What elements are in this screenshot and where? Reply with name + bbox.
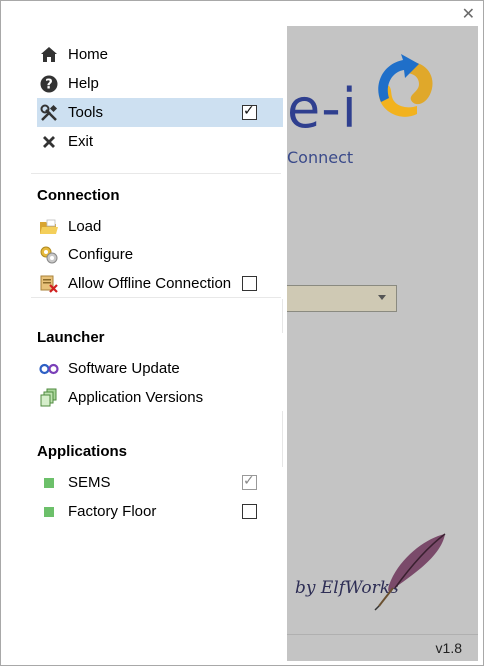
exit-icon [39,132,59,152]
section-title-connection: Connection [37,187,120,204]
quill-icon [374,533,446,611]
tools-icon [39,103,59,123]
menu-item-label: Home [68,46,109,63]
menu-item-label: Factory Floor [68,503,157,520]
section-divider [31,173,281,174]
green-square-icon [39,473,59,493]
version-label: v1.8 [435,640,462,656]
folder-icon [39,217,59,237]
menu-item-application-versions[interactable]: Application Versions [37,383,283,412]
menu-item-exit[interactable]: Exit [37,127,283,156]
menu-item-sems[interactable]: SEMS [37,468,283,497]
menu-item-factory-floor[interactable]: Factory Floor [37,497,283,526]
sems-checkbox[interactable] [242,473,257,490]
allow-offline-checkbox[interactable] [242,276,257,291]
section-title-launcher: Launcher [37,329,105,346]
menu-item-label: SEMS [68,474,111,491]
menu-item-label: Application Versions [68,389,204,406]
app-logo-text: e-i [287,77,358,140]
section-divider-vertical [282,299,283,333]
svg-text:?: ? [45,77,53,92]
help-icon: ? [39,74,59,94]
menu-item-configure[interactable]: Configure [37,240,283,269]
menu-item-load[interactable]: Load [37,212,283,241]
menu-item-label: Help [68,75,99,92]
status-bar-divider [287,634,478,635]
factory-floor-checkbox[interactable] [242,504,257,519]
menu-item-help[interactable]: ? Help [37,69,283,98]
menu-item-label: Software Update [68,360,180,377]
flyout-menu: Home ? Help Tools Exit Connection [1,1,287,665]
app-logo-icon [378,54,433,117]
home-icon [39,45,59,65]
green-square-icon [39,502,59,522]
menu-item-label: Configure [68,246,134,263]
section-divider-vertical [282,411,283,467]
app-subtitle: Connect [287,148,354,167]
configure-icon [39,245,59,265]
menu-item-label: Tools [68,104,104,121]
offline-icon [39,274,59,294]
menu-item-label: Load [68,218,102,235]
section-title-applications: Applications [37,443,128,460]
launcher-window: e-i Connect by ElfWorks v1.8 ✕ Home ? He… [0,0,484,666]
close-button[interactable]: ✕ [462,6,475,22]
app-dropdown [287,285,397,312]
application-versions-icon [39,388,59,408]
menu-item-label: Exit [68,133,94,150]
menu-item-tools[interactable]: Tools [37,98,283,127]
app-backdrop: e-i Connect by ElfWorks v1.8 [287,26,478,661]
software-update-icon [39,359,59,379]
section-divider [31,297,281,298]
menu-item-allow-offline[interactable]: Allow Offline Connection [37,269,283,298]
menu-item-software-update[interactable]: Software Update [37,354,283,383]
chevron-down-icon [378,295,386,300]
menu-item-home[interactable]: Home [37,40,283,69]
menu-item-label: Allow Offline Connection [68,275,232,292]
tools-checkbox[interactable] [242,103,257,120]
